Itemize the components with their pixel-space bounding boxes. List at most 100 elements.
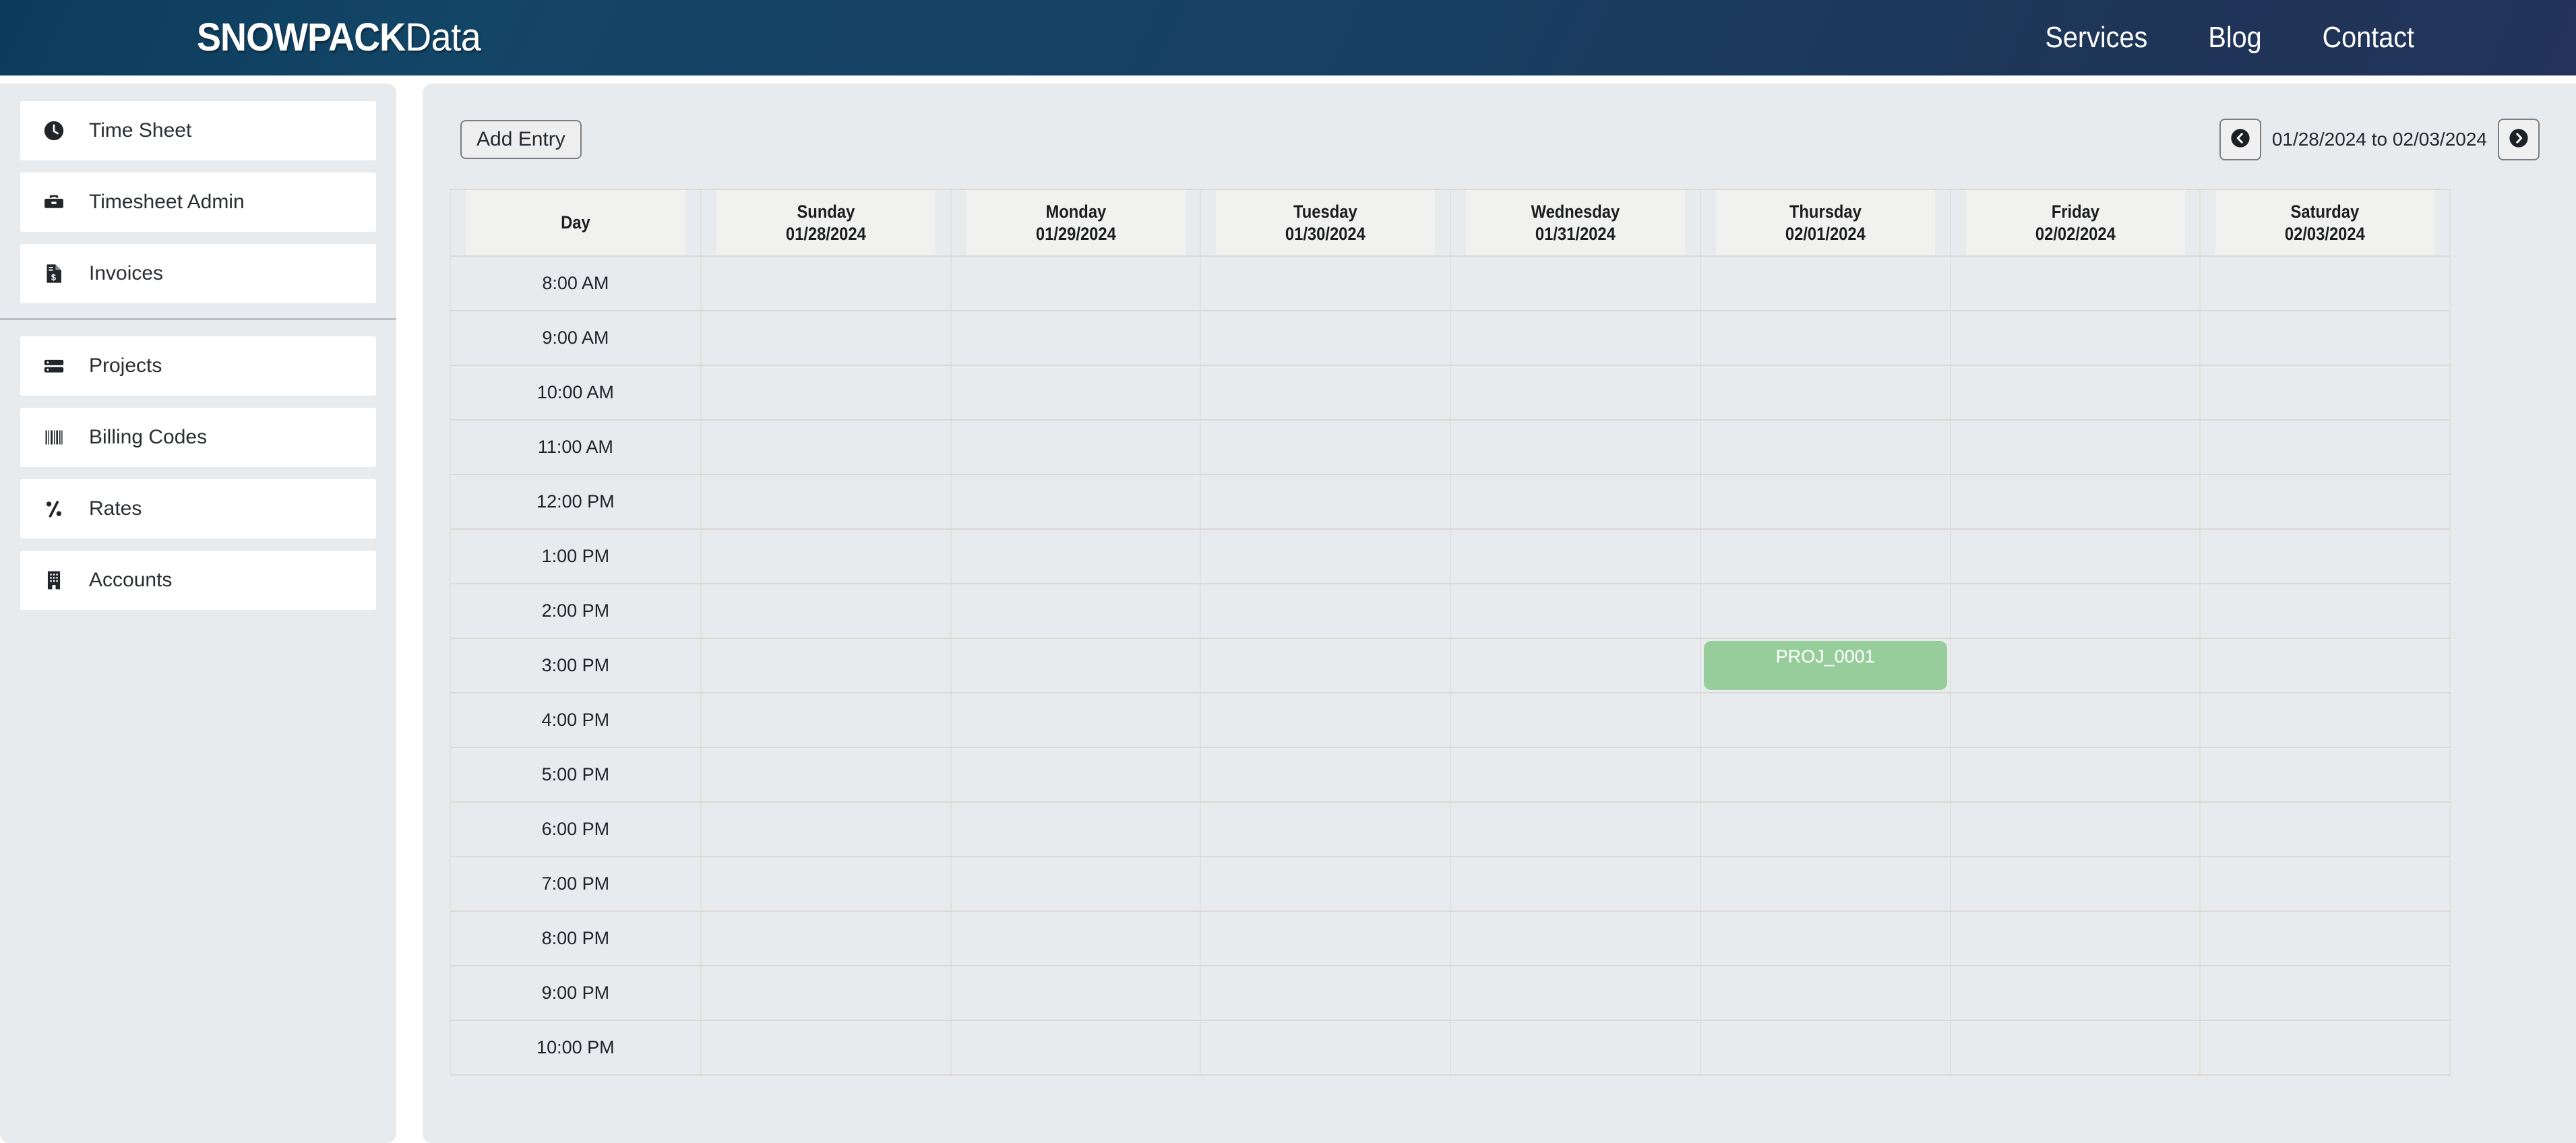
timeslot-cell[interactable] bbox=[1450, 584, 1701, 639]
timeslot-cell[interactable] bbox=[1450, 474, 1701, 530]
timeslot-cell[interactable] bbox=[1450, 966, 1701, 1021]
timeslot-cell[interactable] bbox=[950, 693, 1202, 748]
nav-link-services[interactable]: Services bbox=[2045, 23, 2147, 53]
timeslot-cell[interactable] bbox=[2200, 693, 2451, 748]
timeslot-cell[interactable] bbox=[1700, 529, 1951, 584]
next-week-button[interactable] bbox=[2498, 119, 2540, 160]
timeslot-cell[interactable] bbox=[1950, 474, 2201, 530]
sidebar-item-time-sheet[interactable]: Time Sheet bbox=[20, 101, 376, 160]
timeslot-cell[interactable] bbox=[1950, 1020, 2201, 1076]
timeslot-cell[interactable] bbox=[700, 693, 952, 748]
sidebar-item-rates[interactable]: Rates bbox=[20, 479, 376, 538]
timeslot-cell[interactable] bbox=[1700, 420, 1951, 475]
timeslot-cell[interactable] bbox=[1450, 365, 1701, 421]
timeslot-cell[interactable] bbox=[700, 311, 952, 366]
timeslot-cell[interactable] bbox=[700, 857, 952, 912]
timeslot-cell[interactable] bbox=[950, 311, 1202, 366]
timeslot-cell[interactable] bbox=[1200, 474, 1451, 530]
timeslot-cell[interactable] bbox=[700, 638, 952, 693]
timeslot-cell[interactable] bbox=[1950, 857, 2201, 912]
timeslot-cell[interactable] bbox=[1450, 1020, 1701, 1076]
timeslot-cell[interactable] bbox=[1950, 693, 2201, 748]
timeslot-cell[interactable] bbox=[1700, 802, 1951, 857]
timeslot-cell[interactable] bbox=[1450, 311, 1701, 366]
timeslot-cell[interactable] bbox=[2200, 529, 2451, 584]
timeslot-cell[interactable] bbox=[1450, 911, 1701, 966]
timeslot-cell[interactable] bbox=[950, 474, 1202, 530]
timeslot-cell[interactable] bbox=[950, 529, 1202, 584]
timeslot-cell[interactable] bbox=[2200, 638, 2451, 693]
timeslot-cell[interactable] bbox=[1950, 911, 2201, 966]
timeslot-cell[interactable] bbox=[1700, 365, 1951, 421]
timeslot-cell[interactable] bbox=[700, 529, 952, 584]
sidebar-item-invoices[interactable]: $ Invoices bbox=[20, 244, 376, 303]
timeslot-cell[interactable] bbox=[2200, 857, 2451, 912]
timeslot-cell[interactable] bbox=[2200, 911, 2451, 966]
timeslot-cell[interactable] bbox=[2200, 365, 2451, 421]
timeslot-cell[interactable] bbox=[1200, 256, 1451, 311]
sidebar-item-billing-codes[interactable]: Billing Codes bbox=[20, 408, 376, 467]
timeslot-cell[interactable] bbox=[1450, 638, 1701, 693]
timeslot-cell[interactable] bbox=[2200, 420, 2451, 475]
timeslot-cell[interactable] bbox=[700, 365, 952, 421]
timeslot-cell[interactable] bbox=[1700, 584, 1951, 639]
timeslot-cell[interactable] bbox=[700, 1020, 952, 1076]
site-logo[interactable]: SNOWPACKData bbox=[197, 18, 481, 57]
timeslot-cell[interactable] bbox=[1700, 966, 1951, 1021]
timeslot-cell[interactable] bbox=[1700, 311, 1951, 366]
timeslot-cell[interactable] bbox=[1700, 474, 1951, 530]
timeslot-cell[interactable] bbox=[1200, 802, 1451, 857]
timeslot-cell[interactable] bbox=[950, 1020, 1202, 1076]
timeslot-cell[interactable] bbox=[2200, 256, 2451, 311]
timeslot-cell[interactable] bbox=[1200, 911, 1451, 966]
timeslot-cell[interactable] bbox=[1700, 747, 1951, 803]
timeslot-cell[interactable] bbox=[1950, 802, 2201, 857]
timeslot-cell[interactable] bbox=[950, 747, 1202, 803]
previous-week-button[interactable] bbox=[2219, 119, 2261, 160]
timeslot-cell[interactable] bbox=[2200, 311, 2451, 366]
timeslot-cell[interactable] bbox=[700, 420, 952, 475]
timeslot-cell[interactable] bbox=[1200, 638, 1451, 693]
timeslot-cell[interactable] bbox=[1950, 420, 2201, 475]
timeslot-cell[interactable] bbox=[1200, 365, 1451, 421]
timeslot-cell[interactable] bbox=[1450, 747, 1701, 803]
timeslot-cell[interactable] bbox=[950, 966, 1202, 1021]
nav-link-blog[interactable]: Blog bbox=[2209, 23, 2262, 53]
timeslot-cell[interactable] bbox=[1200, 747, 1451, 803]
timeslot-cell[interactable] bbox=[1200, 420, 1451, 475]
timeslot-cell[interactable]: PROJ_0001 bbox=[1700, 638, 1951, 693]
timeslot-cell[interactable] bbox=[2200, 802, 2451, 857]
timeslot-cell[interactable] bbox=[1950, 365, 2201, 421]
timeslot-cell[interactable] bbox=[2200, 584, 2451, 639]
timeslot-cell[interactable] bbox=[1700, 256, 1951, 311]
timeslot-cell[interactable] bbox=[700, 911, 952, 966]
timeslot-cell[interactable] bbox=[1950, 529, 2201, 584]
timeslot-cell[interactable] bbox=[2200, 966, 2451, 1021]
timeslot-cell[interactable] bbox=[950, 584, 1202, 639]
timeslot-cell[interactable] bbox=[700, 584, 952, 639]
timeslot-cell[interactable] bbox=[950, 256, 1202, 311]
timeslot-cell[interactable] bbox=[1950, 584, 2201, 639]
timeslot-cell[interactable] bbox=[2200, 1020, 2451, 1076]
timeslot-cell[interactable] bbox=[1700, 693, 1951, 748]
timeslot-cell[interactable] bbox=[950, 802, 1202, 857]
timeslot-cell[interactable] bbox=[1200, 311, 1451, 366]
timeslot-cell[interactable] bbox=[1950, 747, 2201, 803]
timeslot-cell[interactable] bbox=[1450, 256, 1701, 311]
timeslot-cell[interactable] bbox=[2200, 474, 2451, 530]
timeslot-cell[interactable] bbox=[1200, 857, 1451, 912]
timesheet-entry[interactable]: PROJ_0001 bbox=[1703, 641, 1947, 690]
timeslot-cell[interactable] bbox=[1200, 1020, 1451, 1076]
timeslot-cell[interactable] bbox=[1450, 693, 1701, 748]
timeslot-cell[interactable] bbox=[1450, 420, 1701, 475]
timeslot-cell[interactable] bbox=[1450, 857, 1701, 912]
timeslot-cell[interactable] bbox=[1700, 1020, 1951, 1076]
timeslot-cell[interactable] bbox=[950, 420, 1202, 475]
timeslot-cell[interactable] bbox=[700, 747, 952, 803]
timeslot-cell[interactable] bbox=[1450, 529, 1701, 584]
timeslot-cell[interactable] bbox=[1950, 256, 2201, 311]
timeslot-cell[interactable] bbox=[1950, 966, 2201, 1021]
timeslot-cell[interactable] bbox=[1200, 693, 1451, 748]
sidebar-item-accounts[interactable]: Accounts bbox=[20, 551, 376, 610]
sidebar-item-timesheet-admin[interactable]: Timesheet Admin bbox=[20, 173, 376, 232]
